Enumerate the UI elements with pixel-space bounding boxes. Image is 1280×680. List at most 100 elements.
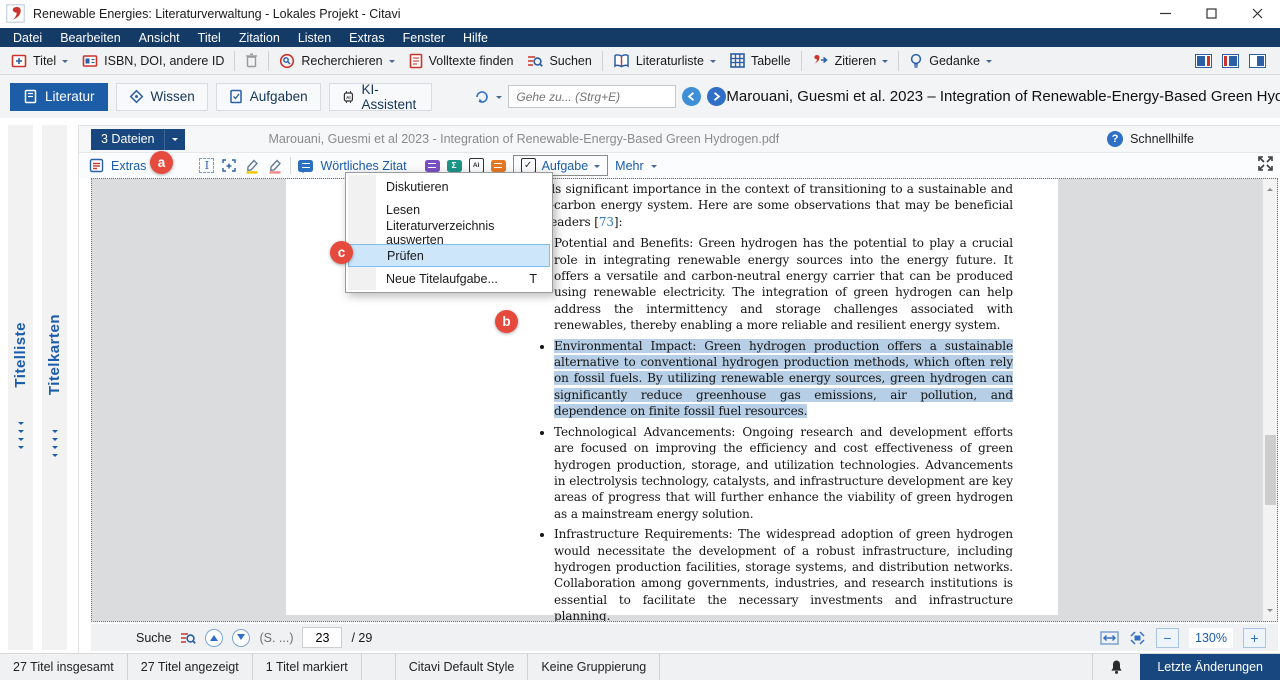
menu-bearbeiten[interactable]: Bearbeiten (51, 31, 129, 45)
scroll-up-icon[interactable] (1267, 185, 1273, 191)
tab-aufgaben[interactable]: Aufgaben (216, 83, 321, 111)
sidebar-panel-titelkarten[interactable]: Titelkarten (42, 125, 67, 650)
trash-icon (245, 53, 258, 68)
main-toolbar: Titel ISBN, DOI, andere ID Recherchieren… (0, 47, 1280, 75)
scroll-down-icon[interactable] (1267, 609, 1273, 615)
fit-page-icon[interactable] (1129, 630, 1146, 646)
highlighted-quote[interactable]: Environmental Impact: Green hydrogen pro… (554, 339, 1013, 419)
mehr-button[interactable]: Mehr (615, 159, 643, 173)
titelkarten-label: Titelkarten (46, 314, 63, 395)
layout-mid-panel-icon[interactable] (1222, 54, 1239, 68)
add-title-button[interactable]: Titel (4, 49, 75, 73)
forward-button[interactable] (707, 87, 726, 106)
menu-zitation[interactable]: Zitation (230, 31, 289, 45)
page-hint: (S. ...) (259, 631, 293, 645)
menu-bar: Datei Bearbeiten Ansicht Titel Zitation … (0, 28, 1280, 47)
chevron-down-icon (389, 60, 395, 66)
goto-group (474, 85, 726, 108)
direct-quote-icon[interactable] (298, 160, 313, 172)
chevron-down-icon[interactable] (496, 96, 502, 102)
literaturliste-button[interactable]: Literaturliste (606, 49, 723, 73)
tab-ki-assistent[interactable]: AI KI-Assistent (329, 83, 433, 111)
menu-titel[interactable]: Titel (189, 31, 230, 45)
menu-item-neue-titelaufgabe[interactable]: Neue Titelaufgabe...T (348, 267, 550, 290)
pdf-scrollbar[interactable] (1262, 179, 1277, 621)
menu-item-pruefen[interactable]: Prüfen (348, 244, 550, 267)
menu-listen[interactable]: Listen (289, 31, 340, 45)
pdf-bullet-potential: Potential and Benefits: Green hydrogen h… (554, 235, 1013, 333)
zoom-out-button[interactable]: − (1156, 628, 1179, 648)
text-select-icon[interactable]: I (199, 158, 214, 173)
status-shown-titles: 27 Titel angezeigt (128, 654, 253, 680)
lightbulb-icon (909, 53, 923, 69)
tab-literatur[interactable]: Literatur (10, 83, 108, 111)
toolbar-separator (602, 51, 603, 71)
chevron-down-icon (651, 165, 657, 171)
status-citation-style[interactable]: Citavi Default Style (396, 654, 529, 680)
open-pdf-filename[interactable]: Marouani, Guesmi et al 2023 - Integratio… (269, 132, 780, 146)
page-number-input[interactable] (302, 627, 342, 648)
indirect-quote-icon[interactable] (425, 160, 440, 172)
summary-icon[interactable]: Σ (447, 160, 462, 172)
zoom-level[interactable]: 130% (1189, 628, 1233, 648)
woertliches-zitat-button[interactable]: Wörtliches Zitat (320, 159, 406, 173)
goto-input[interactable] (508, 85, 676, 108)
menu-hilfe[interactable]: Hilfe (454, 31, 497, 45)
pdf-paragraph: holds significant importance in the cont… (529, 181, 1013, 230)
red-highlighter-icon[interactable] (267, 158, 283, 174)
scrollbar-thumb[interactable] (1265, 435, 1276, 505)
menu-extras[interactable]: Extras (340, 31, 393, 45)
volltexte-finden-button[interactable]: Volltexte finden (402, 49, 521, 73)
suchen-button[interactable]: Suchen (520, 49, 598, 73)
search-icon[interactable] (180, 630, 196, 646)
tabelle-button[interactable]: Tabelle (723, 49, 798, 73)
menu-ansicht[interactable]: Ansicht (130, 31, 189, 45)
menu-fenster[interactable]: Fenster (394, 31, 454, 45)
tab-wissen[interactable]: Wissen (116, 83, 208, 111)
find-previous-button[interactable] (205, 629, 223, 647)
find-next-button[interactable] (232, 629, 250, 647)
minimize-button[interactable] (1142, 0, 1188, 28)
research-magnifier-icon (279, 53, 295, 69)
zitieren-button[interactable]: Zitieren (805, 49, 896, 73)
status-grouping[interactable]: Keine Gruppierung (528, 654, 660, 680)
fit-width-icon[interactable] (1100, 630, 1119, 646)
sidebar-panel-titelliste[interactable]: Titelliste (8, 125, 33, 650)
goto-icon[interactable] (474, 89, 490, 105)
quick-help-button[interactable]: ? Schnellhilfe (1107, 131, 1194, 147)
maximize-button[interactable] (1188, 0, 1234, 28)
status-bar: 27 Titel insgesamt 27 Titel angezeigt 1 … (0, 653, 1280, 680)
zoom-in-button[interactable]: + (1243, 628, 1266, 648)
pdf-extras-button[interactable]: Extras (111, 159, 146, 173)
area-select-icon[interactable] (221, 158, 237, 173)
citation-link[interactable]: 73 (599, 215, 614, 229)
fullscreen-icon[interactable] (1258, 156, 1273, 171)
menu-item-diskutieren[interactable]: Diskutieren (348, 175, 550, 198)
files-dropdown-button[interactable]: 3 Dateien (91, 129, 185, 150)
comment-icon[interactable] (491, 160, 506, 172)
chevron-down-icon (710, 60, 716, 66)
expand-chevrons-icon (52, 429, 58, 461)
close-button[interactable] (1234, 0, 1280, 28)
layout-left-panel-icon[interactable] (1195, 54, 1212, 68)
gedanke-button[interactable]: Gedanke (902, 49, 999, 73)
pdf-viewport: holds significant importance in the cont… (91, 178, 1278, 622)
last-changes-button[interactable]: Letzte Änderungen (1140, 654, 1280, 680)
menu-datei[interactable]: Datei (4, 31, 51, 45)
chevron-down-icon (594, 165, 600, 171)
knowledge-icon (129, 89, 144, 104)
yellow-highlighter-icon[interactable] (244, 158, 260, 174)
status-total-titles: 27 Titel insgesamt (0, 654, 128, 680)
layout-right-panel-icon[interactable] (1249, 54, 1266, 68)
notifications-button[interactable] (1092, 654, 1140, 680)
pdf-bullet-environmental: Environmental Impact: Green hydrogen pro… (554, 338, 1013, 420)
ai-annotation-icon[interactable]: AI (469, 158, 484, 173)
isbn-doi-button[interactable]: ISBN, DOI, andere ID (75, 49, 231, 73)
menu-item-literaturverzeichnis-auswerten[interactable]: Literaturverzeichnis auswerten (348, 221, 550, 244)
preview-pane: 3 Dateien Marouani, Guesmi et al 2023 - … (78, 125, 1280, 653)
back-button[interactable] (682, 87, 701, 106)
chevron-down-icon (172, 138, 178, 144)
recherchieren-button[interactable]: Recherchieren (272, 49, 401, 73)
annotation-badge-b: b (495, 310, 518, 333)
delete-button[interactable] (238, 49, 265, 73)
